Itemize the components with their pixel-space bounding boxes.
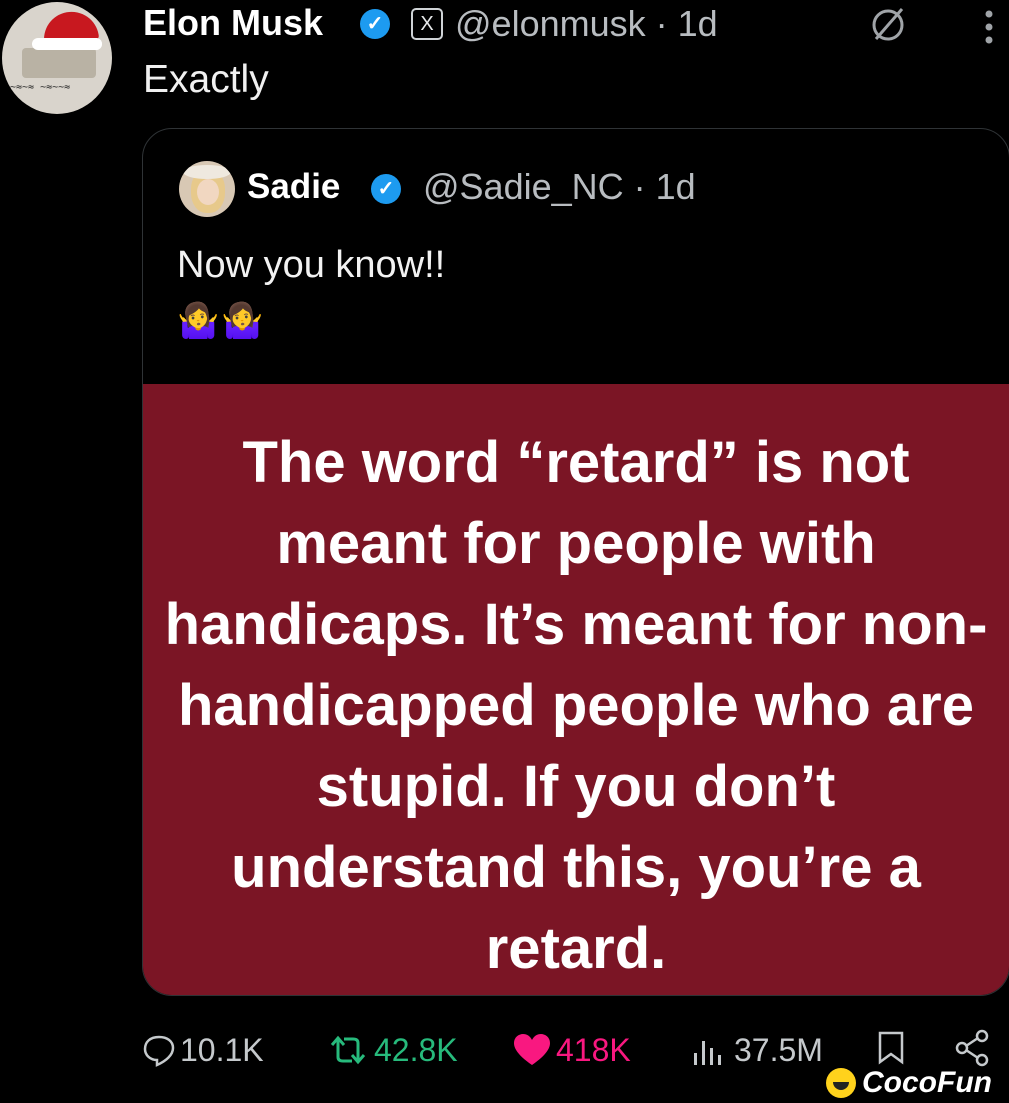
reply-button[interactable]: 10.1K (142, 1030, 264, 1070)
like-count: 418K (556, 1031, 631, 1068)
views-count: 37.5M (734, 1031, 823, 1068)
retweet-button[interactable]: 42.8K (326, 1030, 458, 1070)
bookmark-icon[interactable] (876, 1030, 906, 1066)
tweet-text: Exactly (143, 58, 269, 101)
quote-author-avatar[interactable] (179, 161, 235, 217)
heart-icon (514, 1034, 550, 1065)
x-logo-icon: X (411, 8, 443, 40)
watermark: CocoFun (826, 1066, 992, 1100)
reply-icon (143, 1035, 175, 1067)
views-button[interactable]: 37.5M (690, 1030, 823, 1070)
quote-emoji: 🤷‍♀️🤷‍♀️ (177, 302, 266, 340)
quoted-tweet[interactable]: Sadie ✓ @Sadie_NC · 1d Now you know!! 🤷‍… (142, 128, 1009, 996)
views-icon (694, 1041, 721, 1065)
quote-image[interactable]: The word “retard” is not meant for peopl… (143, 384, 1009, 995)
like-button[interactable]: 418K (512, 1030, 631, 1070)
more-icon[interactable] (984, 8, 994, 46)
author-handle-time[interactable]: @elonmusk · 1d (455, 3, 718, 45)
grok-icon[interactable] (868, 5, 908, 45)
quote-author-handle-time[interactable]: @Sadie_NC · 1d (423, 166, 696, 208)
author-avatar[interactable]: ~≈~≈ ~≈~~≈ (2, 2, 112, 114)
author-name[interactable]: Elon Musk (143, 2, 323, 44)
image-text: The word “retard” is not meant for peopl… (164, 430, 988, 981)
reply-count: 10.1K (180, 1031, 264, 1068)
retweet-count: 42.8K (374, 1031, 458, 1068)
quote-text: Now you know!! (177, 244, 446, 286)
verified-icon: ✓ (360, 9, 390, 39)
quote-author-name[interactable]: Sadie (247, 167, 340, 207)
watermark-text: CocoFun (862, 1066, 992, 1099)
verified-icon: ✓ (371, 174, 401, 204)
retweet-icon (330, 1035, 366, 1065)
cocofun-logo-icon (826, 1068, 856, 1098)
share-icon[interactable] (952, 1028, 992, 1068)
